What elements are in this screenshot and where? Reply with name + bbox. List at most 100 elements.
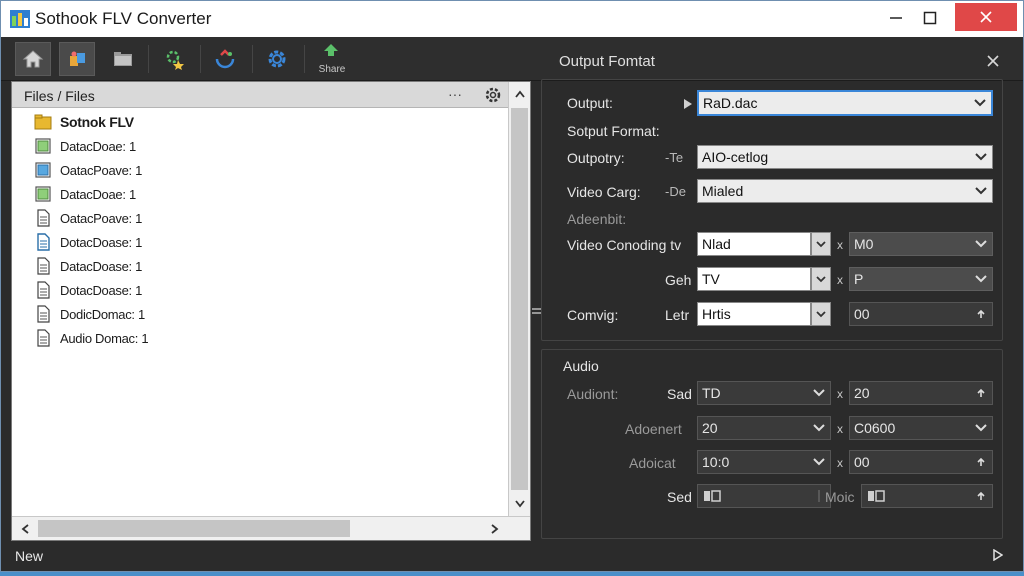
settings-close-button[interactable] [987,51,999,72]
spin-up-icon[interactable] [970,303,992,325]
close-icon [987,55,999,67]
adoenert-select-2[interactable]: C0600 [849,416,993,440]
adoenert-select[interactable]: 20 [697,416,831,440]
arrow-right-icon [491,524,499,534]
file-item-label: OatacPoave: 1 [60,210,143,226]
moic-slider[interactable] [861,484,993,508]
sad-spinbox[interactable]: 20 [849,381,993,405]
title-bar: Sothook FLV Converter [1,1,1023,37]
x-separator: x [837,422,843,436]
geh-value: TV [702,271,720,287]
video-conoding-select-2[interactable]: M0 [849,232,993,256]
outpotry-prefix: -Te [665,150,684,165]
play-icon[interactable] [993,549,1003,561]
horizontal-scroll-thumb[interactable] [38,520,350,537]
file-list-item[interactable]: DatacDoae: 1 [34,182,494,206]
chevron-down-icon [969,92,991,114]
chevron-down-icon [970,268,992,290]
file-list-item[interactable]: DotacDoase: 1 [34,278,494,302]
adoenert-label: Adoenert [625,421,682,437]
panel-gear-icon[interactable] [484,86,502,104]
play-small-icon [684,99,692,109]
toolbar-settings-button[interactable] [259,42,295,76]
scroll-up-button[interactable] [509,82,531,106]
chevron-down-icon [970,233,992,255]
adoenert-value: 20 [702,420,718,436]
adoicat-spinbox[interactable]: 00 [849,450,993,474]
geh-value-2: P [854,271,864,287]
scroll-down-button[interactable] [509,492,531,516]
letr-dropdown-button[interactable] [811,302,831,326]
video-conoding-input[interactable]: Nlad [697,232,811,256]
status-text: New [15,548,44,564]
file-list-item[interactable]: OatacPoave: 1 [34,206,494,230]
file-item-label: Audio Domac: 1 [60,330,149,346]
video-conoding-dropdown-button[interactable] [811,232,831,256]
file-list-item[interactable]: DatacDoase: 1 [34,254,494,278]
toolbar-convert-button[interactable] [207,42,243,76]
sad-value-2: 20 [854,385,870,401]
maximize-button[interactable] [907,1,953,35]
outpotry-label: Outpotry: [567,150,625,166]
output-label: Output: [567,95,613,111]
audio-group [541,349,1003,539]
chevron-down-icon [816,275,826,282]
adoicat-select[interactable]: 10:0 [697,450,831,474]
geh-dropdown-button[interactable] [811,267,831,291]
file-list-item[interactable]: DodicDomac: 1 [34,302,494,326]
output-select[interactable]: RaD.dac [697,90,993,116]
spin-up-icon[interactable] [970,485,992,507]
toolbar-home-button[interactable] [15,42,51,76]
folder-icon [114,52,132,66]
toolbar-add-files-button[interactable] [59,42,95,76]
spin-up-icon[interactable] [970,382,992,404]
toolbar-share-button[interactable]: Share [313,42,349,76]
outpotry-select[interactable]: AIO-cetlog [697,145,993,169]
toolbar-effects-button[interactable] [157,42,193,76]
spin-up-icon[interactable] [970,451,992,473]
effects-icon [166,50,184,70]
toolbar-folder-button[interactable] [105,42,141,76]
file-list-item[interactable]: DatacDoae: 1 [34,134,494,158]
file-list-item[interactable]: Audio Domac: 1 [34,326,494,350]
file-list-item[interactable]: OatacPoave: 1 [34,158,494,182]
chevron-down-icon [970,180,992,202]
letr-input[interactable]: Hrtis [697,302,811,326]
maximize-icon [923,11,937,25]
file-item-label: DodicDomac: 1 [60,306,145,322]
document-blue-icon [34,233,52,251]
scroll-right-button[interactable] [484,517,506,541]
file-list-item[interactable]: DotacDoase: 1 [34,230,494,254]
video-carg-select[interactable]: Mialed [697,179,993,203]
sad-label: Sad [667,386,692,402]
geh-input[interactable]: TV [697,267,811,291]
video-file-icon [34,185,52,203]
scroll-left-button[interactable] [14,517,36,541]
x-separator: x [837,456,843,470]
vertical-scroll-thumb[interactable] [511,108,528,490]
file-panel-title: Files / Files [24,88,95,104]
file-item-label: DotacDoase: 1 [60,282,143,298]
minimize-icon [890,17,902,19]
video-conoding-label: Video Conoding tv [567,237,682,253]
sotput-format-label: Sotput Format: [567,123,660,139]
document-icon [34,257,52,275]
geh-select-2[interactable]: P [849,267,993,291]
letr-value: Hrtis [702,306,731,322]
audiont-label: Audiont: [567,386,619,402]
file-item-label: DatacDoae: 1 [60,138,136,154]
file-item-label: DatacDoase: 1 [60,258,143,274]
letr-spinbox[interactable]: 00 [849,302,993,326]
horizontal-scrollbar[interactable] [12,516,530,540]
sad-select[interactable]: TD [697,381,831,405]
file-list-item[interactable]: Sotnok FLV [34,110,494,134]
close-window-button[interactable] [955,3,1017,31]
file-item-label: Sotnok FLV [60,114,134,130]
sed-slider[interactable] [697,484,831,508]
video-carg-label: Video Carg: [567,184,641,200]
add-files-icon [70,51,85,66]
vertical-scrollbar[interactable] [508,82,530,516]
sed-label: Sed [667,489,692,505]
more-options-button[interactable]: ··· [448,86,462,102]
adeenbit-label: Adeenbit: [567,211,627,227]
